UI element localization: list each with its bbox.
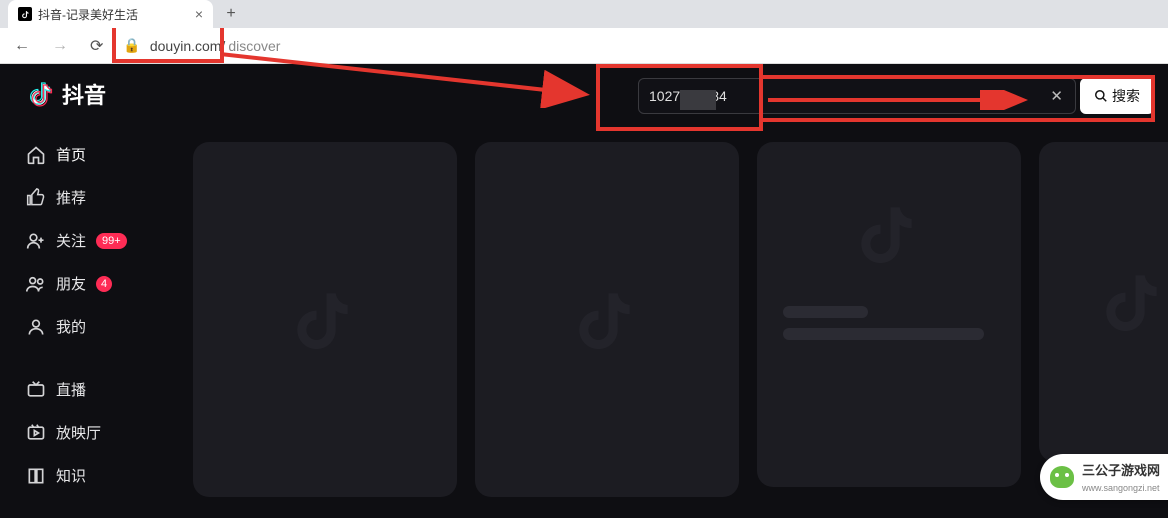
feed-grid (165, 64, 1168, 518)
book-icon (26, 466, 46, 486)
browser-tab-strip: 抖音-记录美好生活 × + (0, 0, 1168, 28)
note-icon (857, 202, 921, 266)
annotation-url-box (112, 28, 224, 63)
video-card-skeleton[interactable] (1039, 142, 1168, 462)
sidebar-item-home[interactable]: 首页 (0, 134, 165, 175)
browser-tab-title: 抖音-记录美好生活 (38, 6, 189, 23)
thumb-icon (26, 188, 46, 208)
note-icon (575, 288, 639, 352)
browser-tab-active[interactable]: 抖音-记录美好生活 × (8, 0, 213, 28)
annotation-search-button-box (763, 75, 1155, 122)
person-icon (26, 317, 46, 337)
url-path: discover (228, 38, 280, 54)
douyin-logo[interactable]: 抖音 (30, 78, 106, 110)
sidebar-item-book[interactable]: 知识 (0, 455, 165, 496)
sidebar-item-label: 直播 (56, 379, 86, 400)
note-icon (30, 81, 54, 107)
note-icon (293, 288, 357, 352)
sidebar-item-label: 知识 (56, 465, 86, 486)
video-card-skeleton[interactable] (193, 142, 457, 497)
sidebar-item-tv[interactable]: 直播 (0, 369, 165, 410)
sidebar-item-label: 关注 (56, 230, 86, 251)
douyin-app: 抖音 ✕ 搜索 首页推荐关注99+朋友4我的直播放映厅知识 (0, 64, 1168, 518)
forward-icon[interactable]: → (46, 33, 74, 59)
user-plus-icon (26, 231, 46, 251)
sidebar-item-user-plus[interactable]: 关注 99+ (0, 220, 165, 261)
mascot-icon (1050, 466, 1074, 488)
sidebar-nav: 首页推荐关注 99+ 朋友 4 我的直播放映厅知识 (0, 64, 165, 518)
sidebar-item-label: 朋友 (56, 273, 86, 294)
sidebar-item-label: 首页 (56, 144, 86, 165)
sidebar-item-label: 我的 (56, 316, 86, 337)
note-icon (1102, 270, 1166, 334)
reload-icon[interactable]: ⟳ (84, 32, 109, 60)
film-icon (26, 423, 46, 443)
sidebar-item-people[interactable]: 朋友 4 (0, 263, 165, 304)
back-icon[interactable]: ← (8, 33, 36, 59)
sidebar-item-film[interactable]: 放映厅 (0, 412, 165, 453)
video-card-skeleton[interactable] (757, 142, 1021, 487)
douyin-favicon (18, 7, 32, 21)
watermark-badge: 三公子游戏网 www.sangongzi.net (1040, 454, 1168, 500)
sidebar-item-thumb[interactable]: 推荐 (0, 177, 165, 218)
badge: 4 (96, 276, 112, 292)
sidebar-item-person[interactable]: 我的 (0, 306, 165, 347)
new-tab-button[interactable]: + (217, 5, 245, 23)
sidebar-item-label: 放映厅 (56, 422, 101, 443)
sidebar-item-label: 推荐 (56, 187, 86, 208)
annotation-search-value-box (596, 64, 763, 131)
url-field[interactable]: 🔒 douyin.com/discover (119, 37, 1160, 54)
logo-text: 抖音 (62, 78, 106, 110)
badge: 99+ (96, 233, 127, 249)
tv-icon (26, 380, 46, 400)
people-icon (26, 274, 46, 294)
video-card-skeleton[interactable] (475, 142, 739, 497)
home-icon (26, 145, 46, 165)
close-tab-icon[interactable]: × (195, 6, 203, 22)
